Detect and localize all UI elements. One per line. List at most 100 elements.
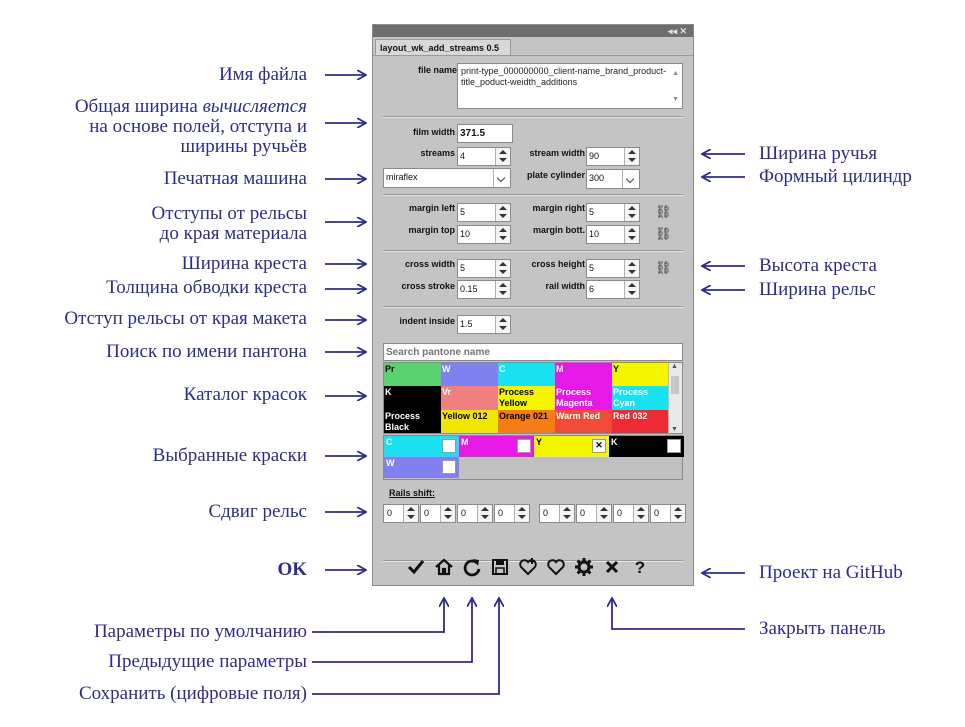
streams-field[interactable]: 4 [457,147,511,166]
cross-stroke-field[interactable]: 0.15 [457,280,511,299]
rails-shift-stepper[interactable] [403,505,418,522]
catalog-scrollbar[interactable]: ▲ ▼ [668,363,682,433]
stream-width-stepper[interactable] [624,148,639,165]
rails-shift-field[interactable]: 0 [457,504,493,523]
refresh-icon[interactable] [462,557,482,577]
rails-shift-stepper[interactable] [514,505,529,522]
rails-shift-stepper[interactable] [559,505,574,522]
press-select[interactable]: miraflex [383,168,511,188]
selected-ink-chip[interactable]: K ✕ [609,436,684,457]
selected-ink-chip[interactable]: M ✕ [459,436,534,457]
rails-shift-stepper[interactable] [477,505,492,522]
remove-ink-icon[interactable]: ✕ [442,439,456,453]
scroll-down-icon[interactable]: ▼ [671,426,678,433]
scroll-up-icon[interactable]: ▲ [671,363,678,370]
panel-window-controls[interactable]: ◂◂ ✕ [668,25,687,37]
ink-swatch[interactable]: Y [612,363,669,387]
chevron-down-icon[interactable] [622,170,639,188]
cross-height-stepper[interactable] [624,260,639,277]
ink-swatch[interactable]: C [498,363,555,387]
ink-swatch[interactable]: Red 032 [612,409,669,433]
cross-width-field[interactable]: 5 [457,259,511,278]
ink-swatch[interactable]: M [555,363,612,387]
check-icon[interactable] [406,557,426,577]
scrollbar-thumb[interactable] [671,376,679,394]
ink-swatch[interactable]: Vr [441,386,498,410]
remove-ink-icon[interactable]: ✕ [517,439,531,453]
selected-ink-chip[interactable]: Y ✕ [534,436,609,457]
gear-icon[interactable] [574,557,594,577]
ink-swatch[interactable]: Yellow 012 [441,409,498,433]
panel-tab[interactable]: layout_wk_add_streams 0.5 [375,39,511,55]
heart-add-icon[interactable] [518,557,538,577]
margin-right-field[interactable]: 5 [586,203,640,222]
annotation-margins-line1: Отступы от рельсы [151,203,307,224]
indent-stepper[interactable] [495,316,510,333]
cross-width-stepper[interactable] [495,260,510,277]
link-icon[interactable]: ⛓ [655,204,672,220]
cross-stroke-stepper[interactable] [495,281,510,298]
link-icon[interactable]: ⛓ [655,260,672,276]
stream-width-field[interactable]: 90 [586,147,640,166]
ink-swatch[interactable]: W [441,363,498,387]
close-icon[interactable] [602,557,622,577]
rails-shift-field[interactable]: 0 [494,504,530,523]
rails-shift-field[interactable]: 0 [576,504,612,523]
rail-width-field[interactable]: 6 [586,280,640,299]
margin-left-stepper[interactable] [495,204,510,221]
heart-icon[interactable] [546,557,566,577]
chevron-down-icon[interactable] [493,169,510,187]
margin-left-field[interactable]: 5 [457,203,511,222]
pantone-search-input[interactable] [383,343,683,361]
save-icon[interactable] [490,557,510,577]
link-icon[interactable]: ⛓ [655,226,672,242]
margin-bott-stepper[interactable] [624,226,639,243]
rails-shift-field[interactable]: 0 [613,504,649,523]
rails-shift-stepper[interactable] [633,505,648,522]
rail-width-stepper[interactable] [624,281,639,298]
home-icon[interactable] [434,557,454,577]
remove-ink-icon[interactable]: ✕ [442,460,456,474]
rails-shift-value: 0 [654,508,660,518]
remove-ink-icon[interactable]: ✕ [592,439,606,453]
selected-ink-label: W [386,458,395,468]
scroll-down-icon[interactable]: ▼ [672,94,679,105]
rails-shift-field[interactable]: 0 [539,504,575,523]
rails-shift-field[interactable]: 0 [650,504,686,523]
ink-swatch[interactable]: Orange 021 [498,409,555,433]
rails-shift-stepper[interactable] [596,505,611,522]
plate-cylinder-select[interactable]: 300 [586,169,640,189]
cross-height-label: cross height [531,259,585,269]
film-width-field[interactable]: 371.5 [457,124,513,143]
ink-swatch[interactable]: Process Cyan [612,386,669,410]
plate-cylinder-label: plate cylinder [526,170,585,180]
margin-right-stepper[interactable] [624,204,639,221]
selected-ink-chip[interactable]: W ✕ [384,457,459,478]
cross-stroke-value: 0.15 [460,284,478,294]
cross-stroke-label: cross stroke [401,281,455,291]
selected-ink-chip[interactable]: C ✕ [384,436,459,457]
rails-shift-field[interactable]: 0 [383,504,419,523]
ink-swatch[interactable]: Process Black [384,409,441,433]
margin-top-field[interactable]: 10 [457,225,511,244]
margin-bott-field[interactable]: 10 [586,225,640,244]
margin-left-label: margin left [408,203,455,213]
file-name-field[interactable]: print-type_000000000_client-name_brand_p… [457,63,683,109]
ink-swatch[interactable]: Process Magenta [555,386,612,410]
remove-ink-icon[interactable]: ✕ [667,439,681,453]
scroll-up-icon[interactable]: ▲ [672,68,679,79]
rails-shift-field[interactable]: 0 [420,504,456,523]
rails-shift-stepper[interactable] [670,505,685,522]
margin-top-stepper[interactable] [495,226,510,243]
ink-catalog[interactable]: Pr W C M Y K Vr Process Yellow Process Magenta Pr… [383,362,683,434]
question-icon[interactable]: ? [630,557,650,577]
ink-swatch[interactable]: Warm Red [555,409,612,433]
rails-shift-stepper[interactable] [440,505,455,522]
indent-field[interactable]: 1.5 [457,315,511,334]
ink-swatch[interactable]: Pr [384,363,441,387]
file-name-label: file name: [417,65,460,75]
cross-height-field[interactable]: 5 [586,259,640,278]
ink-swatch[interactable]: K [384,386,441,410]
ink-swatch[interactable]: Process Yellow [498,386,555,410]
streams-stepper[interactable] [495,148,510,165]
